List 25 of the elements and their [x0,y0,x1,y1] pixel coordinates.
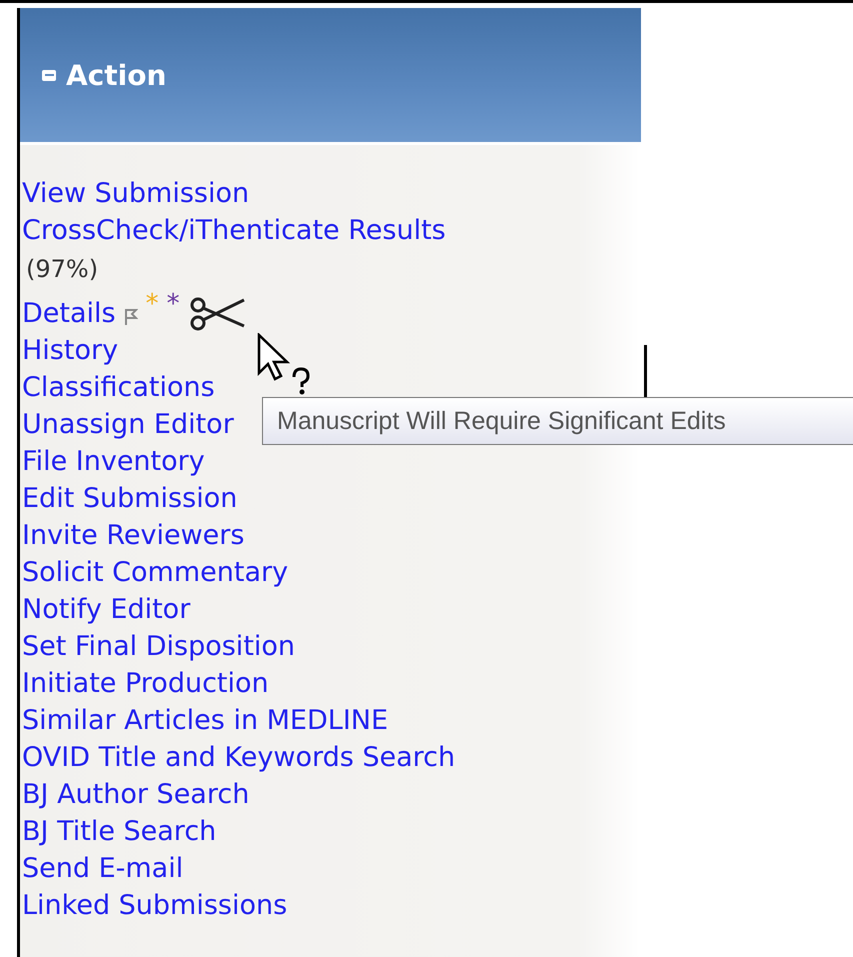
action-link[interactable]: Send E-mail [22,850,641,887]
action-link[interactable]: Set Final Disposition [22,628,641,665]
text-caret [644,345,647,397]
action-link[interactable]: View Submission [22,175,641,212]
action-link[interactable]: Invite Reviewers [22,517,641,554]
action-link[interactable]: Details [22,295,116,332]
action-link[interactable]: Linked Submissions [22,887,641,924]
action-link[interactable]: BJ Author Search [22,776,641,813]
action-link[interactable]: History [22,332,641,369]
collapse-icon[interactable] [42,70,56,80]
panel-title: Action [66,58,166,92]
action-link[interactable]: CrossCheck/iThenticate Results [22,212,641,249]
similarity-score: (97%) [25,254,100,285]
action-link[interactable]: Notify Editor [22,591,641,628]
asterisk-marker: * [146,291,159,317]
action-link[interactable]: Similar Articles in MEDLINE [22,702,641,739]
action-link[interactable]: Initiate Production [22,665,641,702]
action-link[interactable]: BJ Title Search [22,813,641,850]
action-link[interactable]: Solicit Commentary [22,554,641,591]
action-link[interactable]: File Inventory [22,443,641,480]
asterisk-marker: * [166,291,180,317]
tooltip: Manuscript Will Require Significant Edits [262,397,853,445]
action-link[interactable]: OVID Title and Keywords Search [22,739,641,776]
flag-icon [124,308,138,326]
action-link[interactable]: Edit Submission [22,480,641,517]
